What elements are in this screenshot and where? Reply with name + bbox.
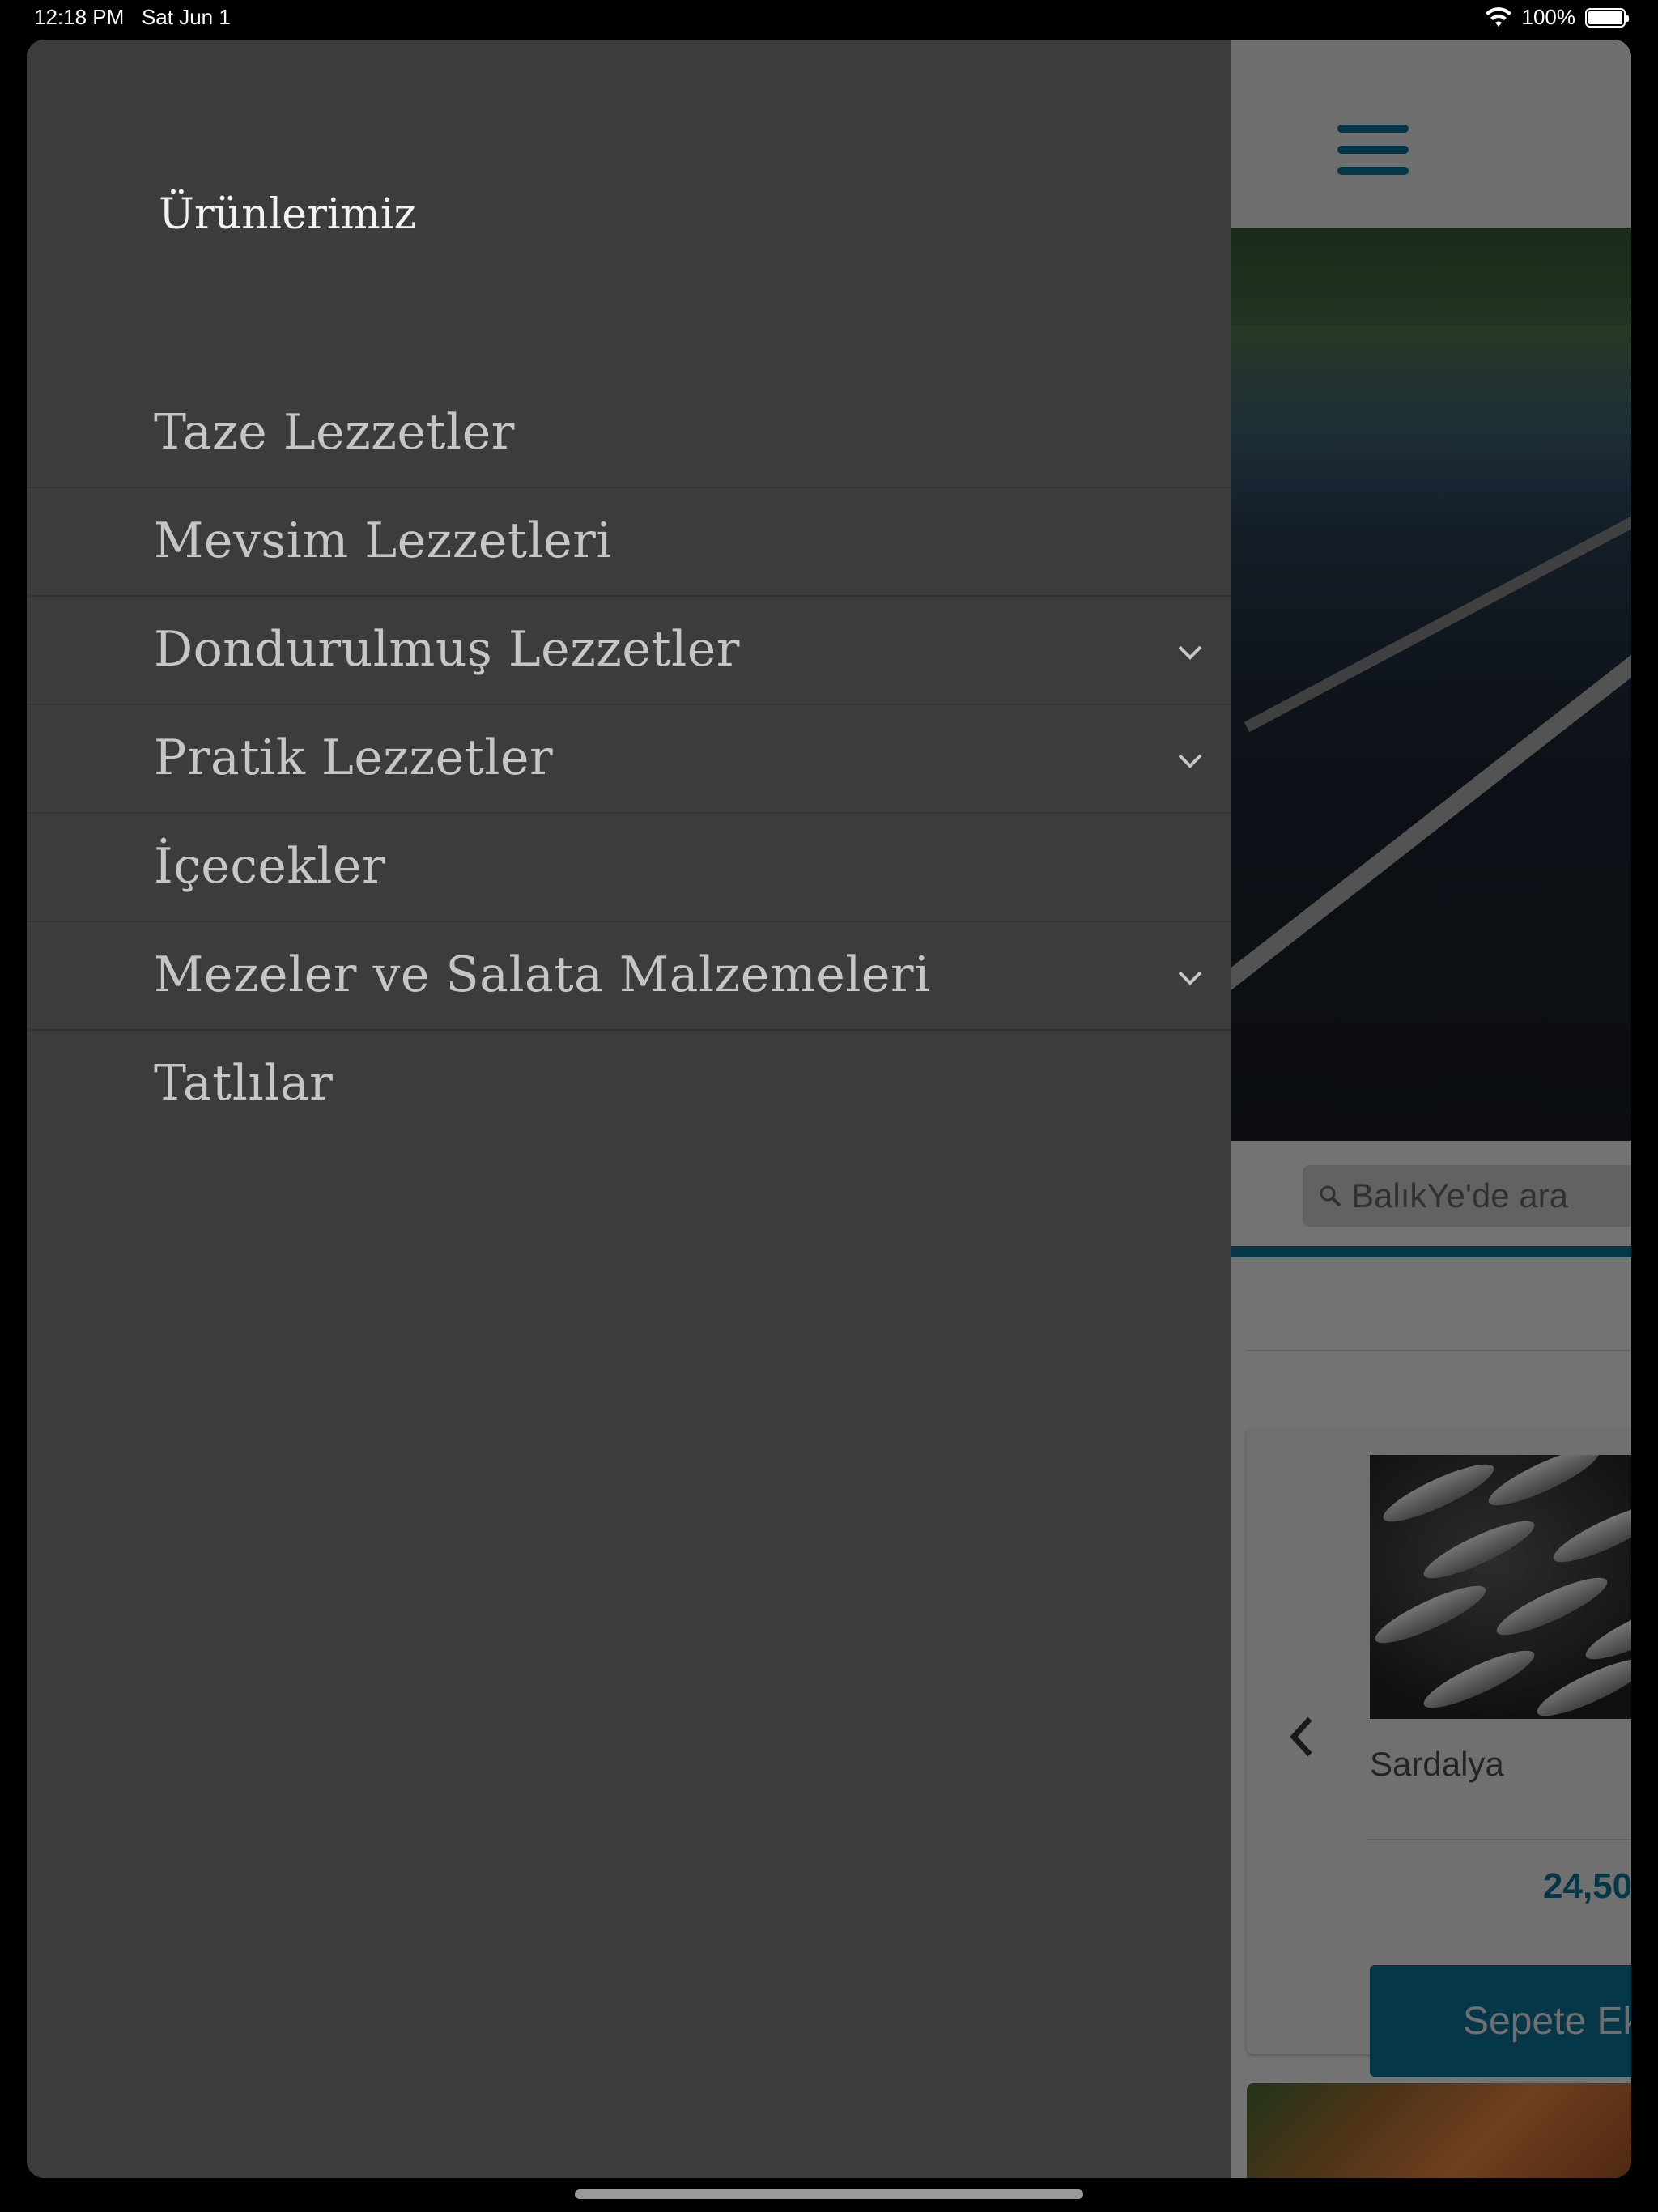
category-menu: Taze Lezzetler Mevsim Lezzetleri Donduru…: [27, 380, 1231, 1139]
menu-item-label: Pratik Lezzetler: [154, 730, 554, 786]
menu-item-label: Mezeler ve Salata Malzemeleri: [154, 946, 930, 1003]
drawer-title: Ürünlerimiz: [159, 190, 416, 239]
menu-item-tatlilar[interactable]: Tatlılar: [27, 1031, 1231, 1139]
menu-item-label: Dondurulmuş Lezzetler: [154, 621, 740, 678]
status-time: 12:18 PM: [34, 5, 125, 29]
app-window: f 🐦︎ ▷ ● BalıkYe'de ara: [27, 40, 1631, 2178]
menu-item-mezeler-ve-salata[interactable]: Mezeler ve Salata Malzemeleri: [27, 922, 1231, 1031]
status-date: Sat Jun 1: [141, 5, 231, 29]
menu-item-label: Mevsim Lezzetleri: [154, 513, 613, 569]
status-right: 100%: [1485, 5, 1629, 30]
menu-item-taze-lezzetler[interactable]: Taze Lezzetler: [27, 380, 1231, 488]
chevron-down-icon[interactable]: [1176, 969, 1204, 987]
menu-item-label: Tatlılar: [154, 1055, 334, 1112]
menu-item-pratik-lezzetler[interactable]: Pratik Lezzetler: [27, 705, 1231, 814]
battery-percent: 100%: [1521, 5, 1576, 29]
menu-item-label: İçecekler: [154, 838, 386, 895]
status-time-date: 12:18 PM Sat Jun 1: [34, 5, 231, 30]
navigation-drawer: Ürünlerimiz Taze Lezzetler Mevsim Lezzet…: [27, 40, 1231, 2178]
battery-fill: [1588, 11, 1622, 24]
chevron-down-icon[interactable]: [1176, 644, 1204, 661]
wifi-icon: [1485, 6, 1511, 27]
chevron-down-icon[interactable]: [1176, 752, 1204, 770]
menu-item-dondurulmus-lezzetler[interactable]: Dondurulmuş Lezzetler: [27, 597, 1231, 705]
menu-item-icecekler[interactable]: İçecekler: [27, 814, 1231, 922]
menu-item-label: Taze Lezzetler: [154, 404, 515, 461]
drawer-scrim[interactable]: [1231, 40, 1631, 2178]
menu-item-mevsim-lezzetleri[interactable]: Mevsim Lezzetleri: [27, 488, 1231, 597]
battery-icon: [1585, 7, 1629, 28]
status-bar: 12:18 PM Sat Jun 1 100%: [0, 0, 1658, 36]
home-indicator[interactable]: [575, 2189, 1083, 2199]
